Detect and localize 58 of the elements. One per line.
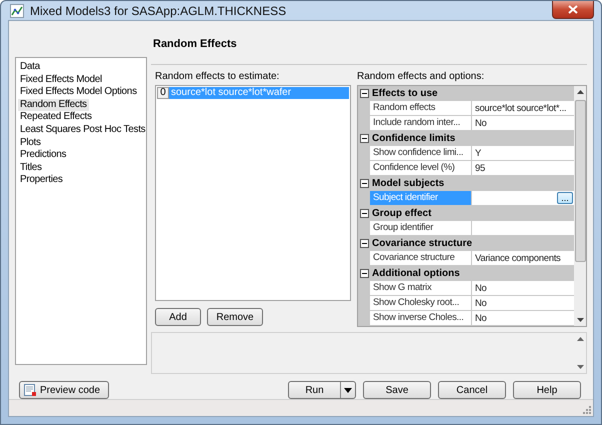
nav-item[interactable]: Plots xyxy=(18,136,43,150)
scroll-down-icon[interactable] xyxy=(576,318,584,322)
property-value[interactable]: Variance components xyxy=(472,251,574,266)
property-name[interactable]: Random effects xyxy=(370,101,472,116)
collapse-icon[interactable] xyxy=(360,178,369,188)
nav-item[interactable]: Random Effects xyxy=(18,98,89,112)
list-button[interactable]: Remove xyxy=(207,308,263,326)
grid-label: Random effects and options: xyxy=(357,71,484,82)
run-button[interactable]: Run xyxy=(288,381,356,399)
property-value[interactable]: ... xyxy=(472,191,574,206)
nav-item[interactable]: Least Squares Post Hoc Tests xyxy=(18,124,148,137)
property-value[interactable]: 95 xyxy=(472,161,574,176)
property-name[interactable]: Include random inter... xyxy=(370,116,472,131)
dialog-button[interactable]: Help xyxy=(513,381,581,399)
list-label: Random effects to estimate: xyxy=(155,71,280,82)
scroll-down-icon[interactable] xyxy=(576,365,584,369)
browse-button[interactable]: ... xyxy=(557,192,573,204)
property-name[interactable]: Covariance structure xyxy=(370,251,472,266)
dialog-button[interactable]: Cancel xyxy=(438,381,506,399)
close-icon xyxy=(568,5,578,14)
property-name[interactable]: Show inverse Choles... xyxy=(370,311,472,326)
collapse-icon[interactable] xyxy=(360,88,369,98)
page-title: Random Effects xyxy=(153,38,237,50)
property-value[interactable]: No xyxy=(472,296,574,311)
property-value[interactable]: source*lot source*lot*... xyxy=(472,101,574,116)
property-name[interactable]: Show G matrix xyxy=(370,281,472,296)
nav-item[interactable]: Fixed Effects Model xyxy=(18,74,104,86)
nav-item[interactable]: Properties xyxy=(18,174,65,187)
list-button[interactable]: Add xyxy=(155,308,201,326)
scroll-up-icon[interactable] xyxy=(576,90,584,94)
scrollbar[interactable] xyxy=(574,86,586,326)
nav-item[interactable]: Fixed Effects Model Options xyxy=(18,86,139,99)
scroll-up-icon[interactable] xyxy=(576,337,584,341)
nav-item[interactable]: Predictions xyxy=(18,149,68,162)
property-value[interactable]: Y xyxy=(472,146,574,161)
collapse-icon[interactable] xyxy=(360,238,369,248)
collapse-icon[interactable] xyxy=(360,134,369,142)
chart-icon xyxy=(10,4,24,18)
property-name[interactable]: Confidence level (%) xyxy=(370,161,472,176)
property-value[interactable]: No xyxy=(472,116,574,131)
document-icon xyxy=(23,383,37,397)
preview-button[interactable]: Preview code xyxy=(19,381,109,399)
nav-item[interactable]: Repeated Effects xyxy=(18,111,94,124)
resize-grip-icon[interactable] xyxy=(583,406,591,414)
collapse-icon[interactable] xyxy=(360,268,369,278)
dialog-button[interactable]: Save xyxy=(363,381,431,399)
nav-item[interactable]: Data xyxy=(18,61,42,74)
collapse-icon[interactable] xyxy=(360,208,369,218)
nav-item[interactable]: Titles xyxy=(18,162,44,174)
row-index: 0 xyxy=(157,87,169,99)
close-button[interactable] xyxy=(552,1,594,19)
window-title: Mixed Models3 for SASApp:AGLM.THICKNESS xyxy=(30,4,286,18)
property-name[interactable]: Show Cholesky root... xyxy=(370,296,472,311)
dropdown-icon[interactable] xyxy=(344,388,352,392)
property-name[interactable]: Show confidence limi... xyxy=(370,146,472,161)
property-value[interactable]: No xyxy=(472,311,574,326)
property-value[interactable]: No xyxy=(472,281,574,296)
property-name[interactable]: Group identifier xyxy=(370,221,472,236)
